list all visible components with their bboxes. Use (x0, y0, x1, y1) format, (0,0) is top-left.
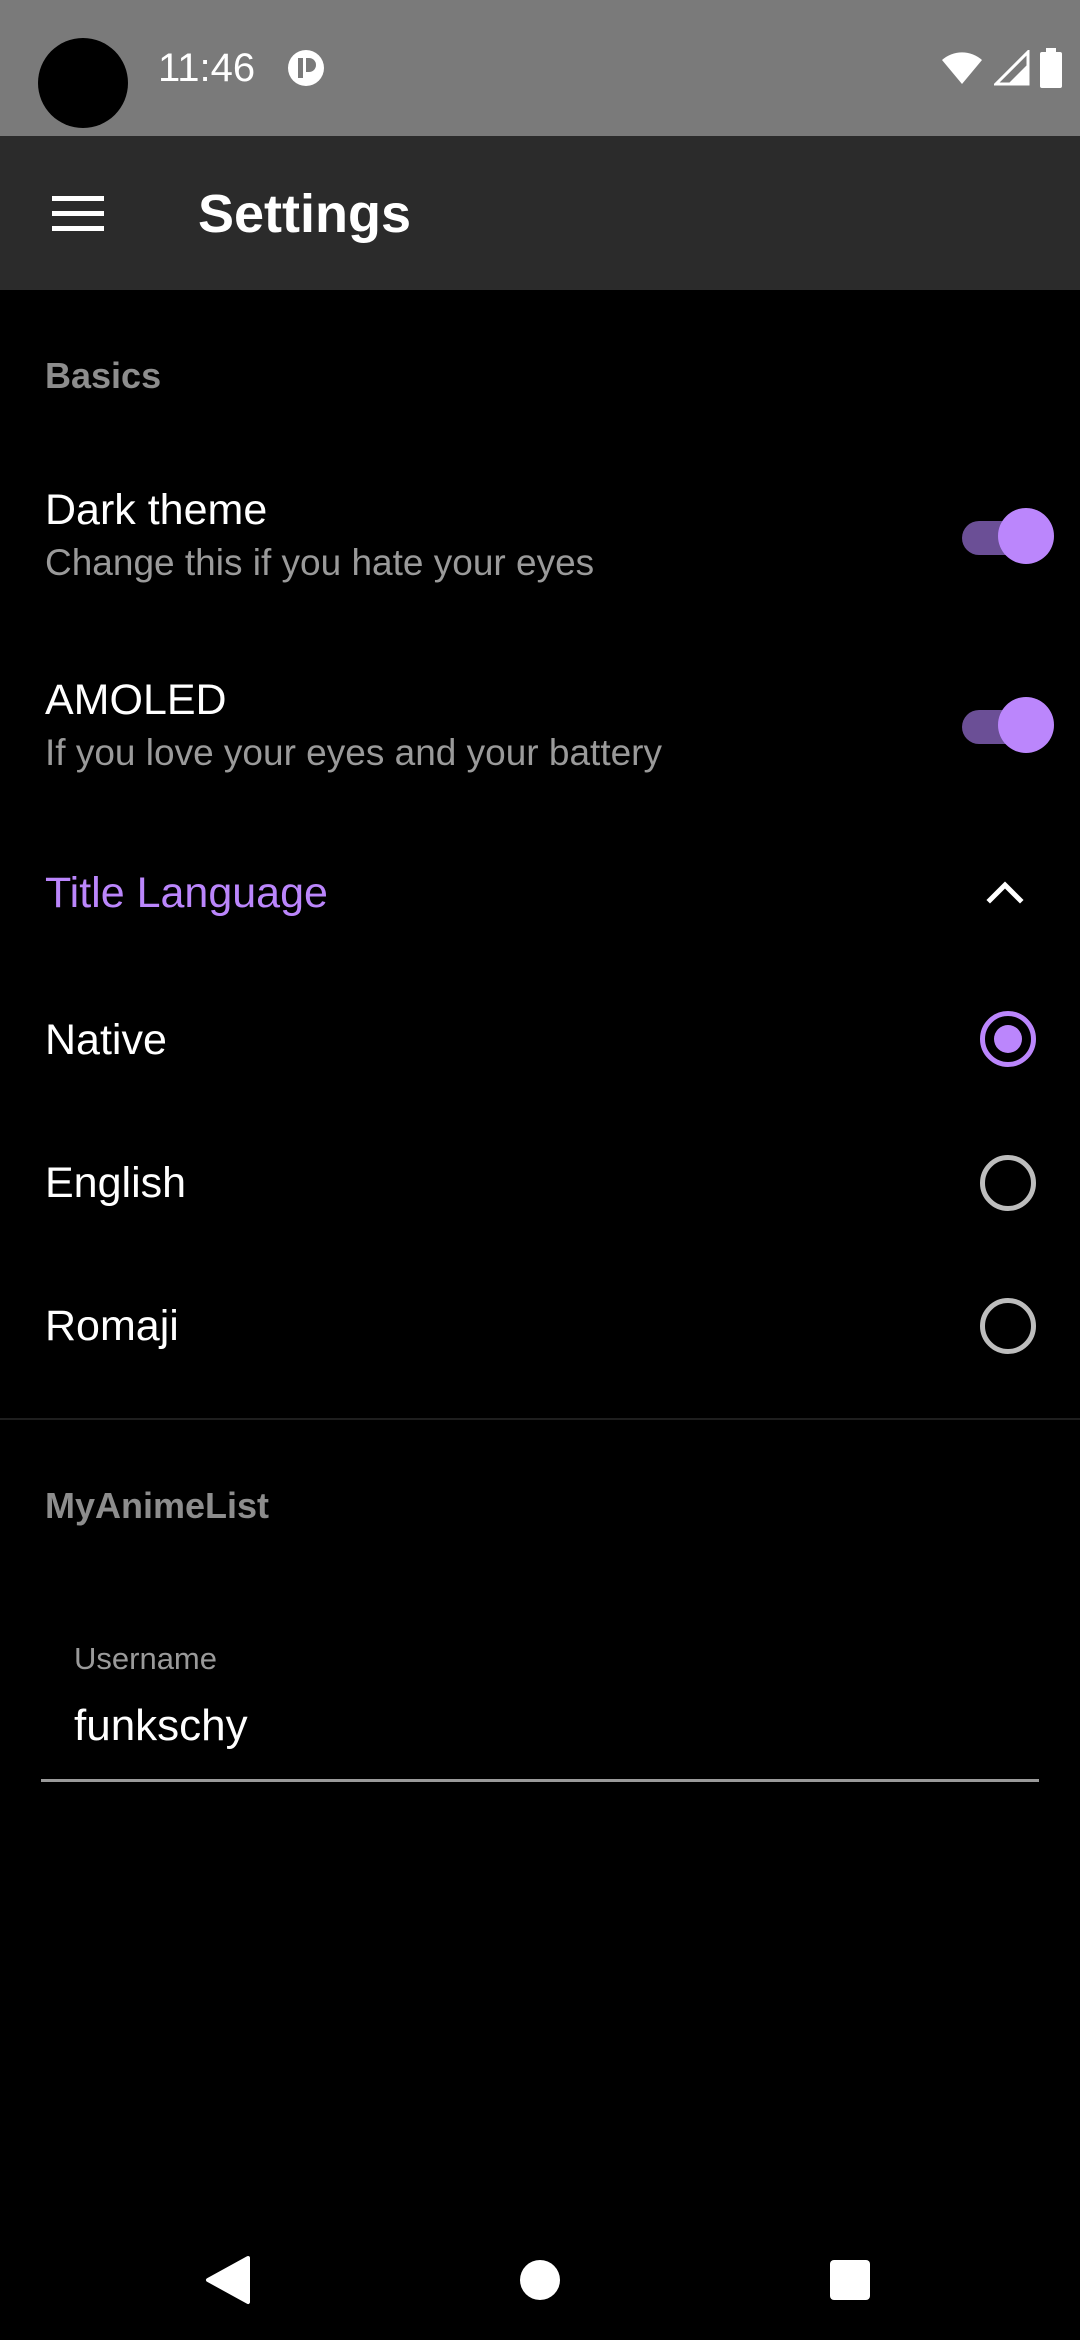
dark-theme-title: Dark theme (45, 486, 268, 534)
username-label: Username (74, 1641, 217, 1676)
settings-screen: 11:46 Settings Basics Dark theme Change … (0, 0, 1080, 2340)
menu-icon (52, 196, 104, 231)
dark-theme-summary: Change this if you hate your eyes (45, 542, 595, 583)
radio-label-native: Native (45, 1016, 167, 1064)
title-language-option-romaji[interactable]: Romaji (0, 1276, 1080, 1376)
wifi-icon (942, 52, 982, 84)
title-language-title: Title Language (45, 869, 328, 917)
notification-icon (288, 50, 324, 86)
page-title: Settings (198, 184, 412, 244)
username-field[interactable] (74, 1696, 1034, 1756)
dark-theme-switch[interactable] (958, 503, 1054, 564)
title-language-option-native[interactable]: Native (0, 990, 1080, 1090)
switch-thumb (998, 697, 1054, 753)
section-divider (0, 1418, 1080, 1420)
radio-label-english: English (45, 1159, 187, 1207)
chevron-up-icon (986, 881, 1024, 904)
amoled-preference[interactable]: AMOLED If you love your eyes and your ba… (0, 660, 1080, 790)
menu-button[interactable] (28, 176, 128, 252)
status-icons (940, 46, 1062, 90)
camera-cutout (38, 38, 128, 128)
radio-english[interactable] (980, 1155, 1036, 1211)
switch-thumb (998, 508, 1054, 564)
radio-romaji[interactable] (980, 1298, 1036, 1354)
title-language-option-english[interactable]: English (0, 1133, 1080, 1233)
username-field-underline (41, 1779, 1039, 1782)
section-header-myanimelist: MyAnimeList (45, 1485, 270, 1526)
status-bar: 11:46 (0, 0, 1080, 136)
signal-icon (994, 50, 1030, 86)
section-header-basics: Basics (45, 355, 162, 396)
back-button[interactable] (196, 2248, 260, 2312)
system-nav-bar (0, 2220, 1080, 2340)
battery-icon (1040, 48, 1062, 88)
home-button[interactable] (508, 2248, 572, 2312)
app-bar: Settings (0, 136, 1080, 290)
recents-button[interactable] (818, 2248, 882, 2312)
radio-native[interactable] (980, 1011, 1036, 1067)
recents-icon (830, 2260, 870, 2300)
title-language-expander[interactable]: Title Language (0, 840, 1080, 950)
amoled-switch[interactable] (958, 692, 1054, 753)
status-time: 11:46 (158, 46, 256, 90)
radio-label-romaji: Romaji (45, 1302, 179, 1350)
amoled-summary: If you love your eyes and your battery (45, 732, 663, 773)
amoled-title: AMOLED (45, 676, 227, 724)
dark-theme-preference[interactable]: Dark theme Change this if you hate your … (0, 470, 1080, 600)
back-icon (206, 2256, 250, 2304)
home-icon (520, 2260, 560, 2300)
